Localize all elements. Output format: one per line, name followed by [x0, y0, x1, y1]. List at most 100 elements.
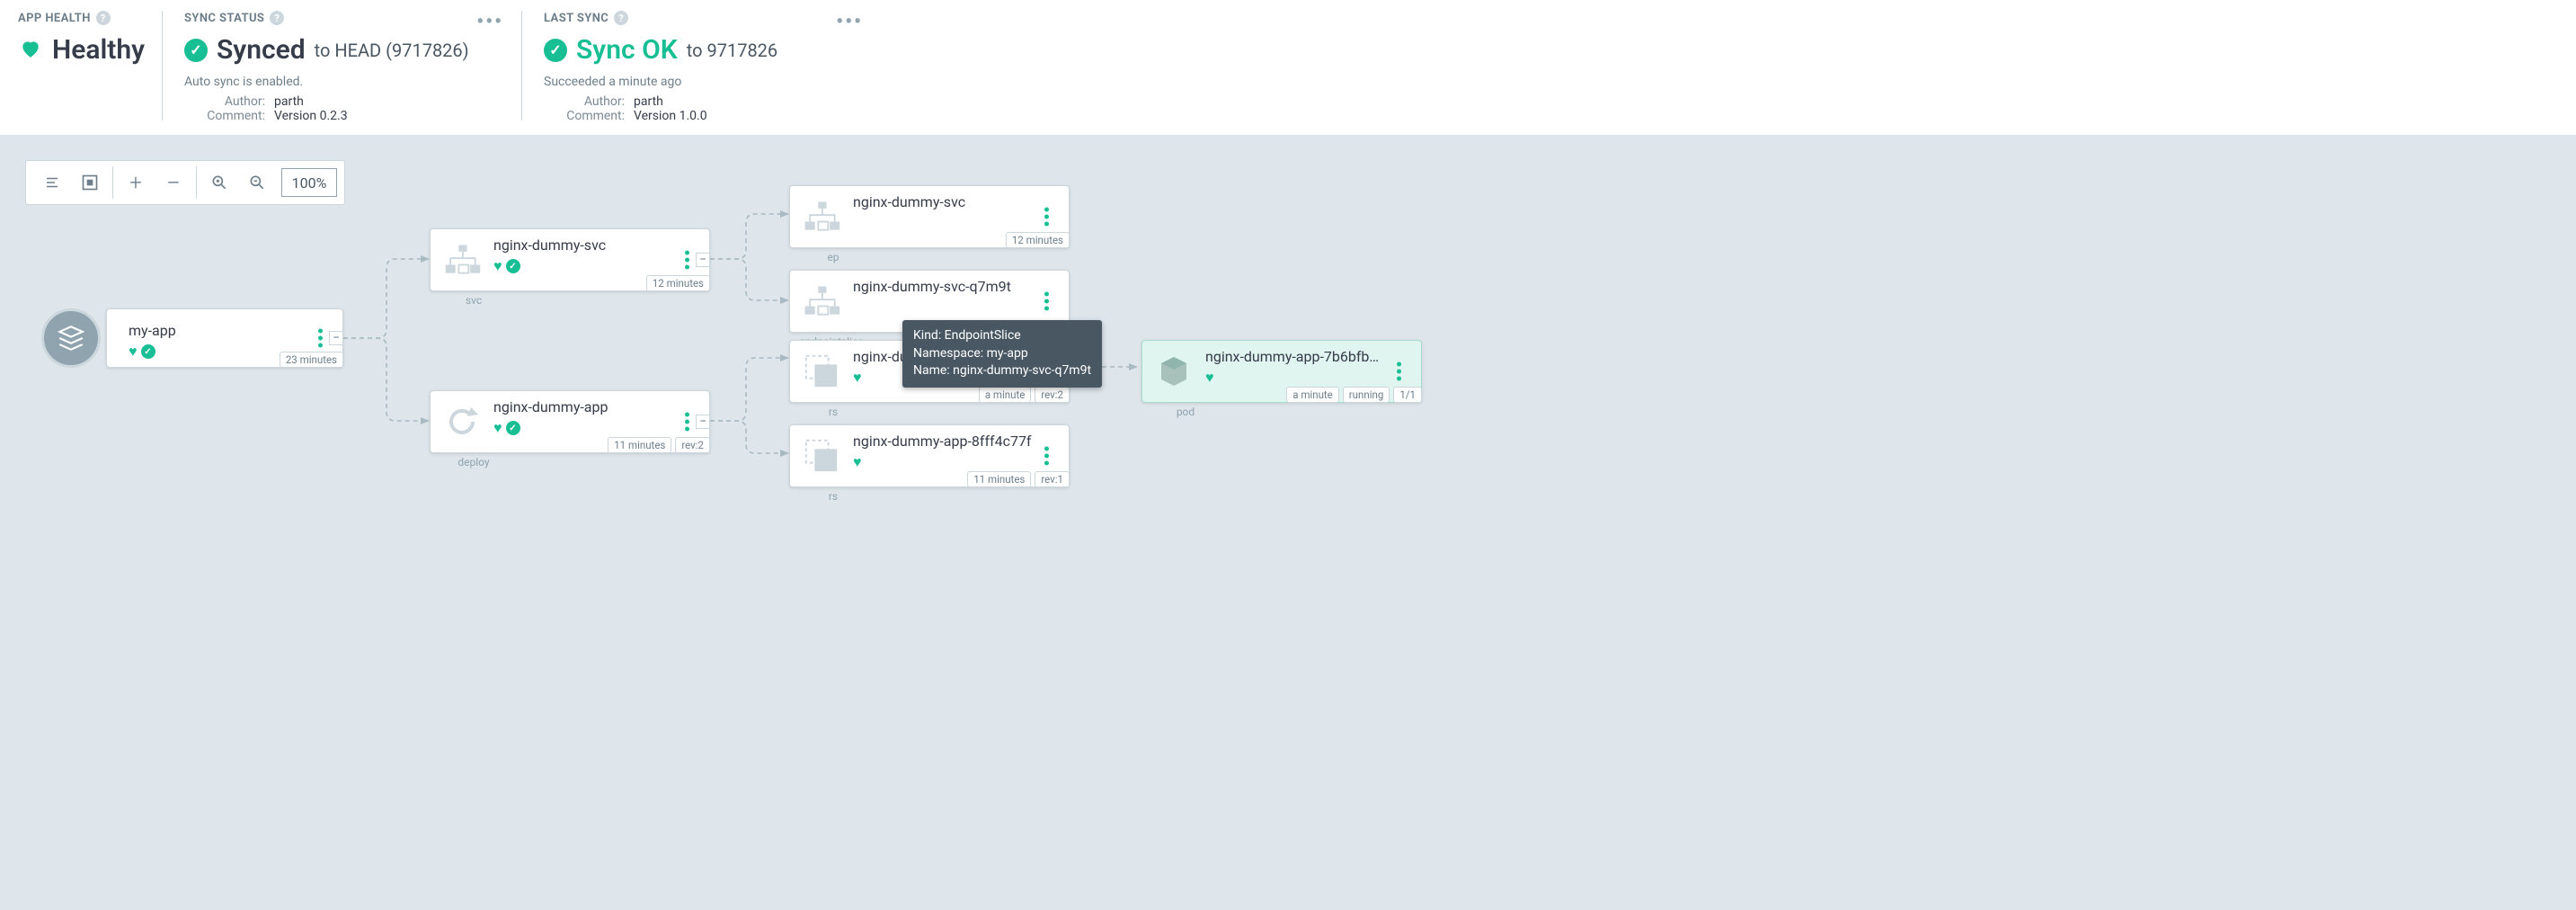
last-sync-panel: ••• LAST SYNC ? ✓ Sync OK to 9717826 Suc… [521, 11, 881, 120]
sync-author-key: Author: [184, 94, 265, 109]
zoom-out-button[interactable]: − [155, 165, 192, 200]
last-sync-status-text: Sync OK [576, 34, 678, 66]
node-title: nginx-dummy-svc-q7m9t [853, 278, 1033, 295]
sync-status-label: SYNC STATUS ? [184, 11, 494, 25]
tree-connectors [0, 135, 2576, 910]
help-icon[interactable]: ? [270, 11, 284, 25]
zoom-in-button[interactable]: + [117, 165, 155, 200]
sync-status-label-text: SYNC STATUS [184, 12, 264, 25]
sync-status-text: Synced [217, 34, 306, 66]
endpointslice-icon [797, 276, 846, 326]
age-tag: 11 minutes [608, 437, 671, 453]
node-title: nginx-dummy-app [493, 398, 673, 415]
heart-icon: ♥ [1205, 369, 1214, 387]
heart-icon: ♥ [129, 343, 138, 361]
check-circle-icon: ✓ [506, 421, 520, 435]
check-circle-icon: ✓ [506, 259, 520, 273]
list-view-button[interactable] [33, 165, 71, 200]
ready-tag: 1/1 [1393, 387, 1422, 403]
toolbar-divider [112, 166, 113, 199]
tree-view-button[interactable] [71, 165, 109, 200]
zoom-input[interactable] [281, 168, 337, 197]
last-sync-label: LAST SYNC ? [544, 11, 854, 25]
heart-icon: ♥ [493, 419, 502, 437]
resource-tree-canvas[interactable]: + − my-app ♥ ✓ − [0, 135, 2576, 910]
sync-panel-menu[interactable]: ••• [476, 11, 503, 33]
app-root-node[interactable]: my-app ♥ ✓ − 23 minutes [106, 308, 343, 368]
node-menu[interactable] [1044, 292, 1049, 311]
check-circle-icon: ✓ [141, 344, 155, 359]
node-kind-label: svc [438, 294, 510, 307]
check-circle-icon: ✓ [544, 39, 567, 62]
age-tag: 12 minutes [1006, 232, 1070, 248]
state-tag: running [1343, 387, 1390, 403]
app-health-label: APP HEALTH ? [18, 11, 135, 25]
check-circle-icon: ✓ [184, 39, 208, 62]
node-title: my-app [129, 322, 308, 339]
node-kind-label: rs [797, 406, 869, 418]
sync-target-text: to HEAD (9717826) [315, 40, 469, 61]
pod-icon [1150, 346, 1198, 397]
endpoints-node[interactable]: ep nginx-dummy-svc 12 minutes [789, 185, 1070, 248]
node-health: ♥ [853, 453, 1033, 471]
toolbar-divider [196, 166, 197, 199]
sync-comment-key: Comment: [184, 109, 265, 123]
node-health: ♥ ✓ [493, 419, 673, 437]
svc-node[interactable]: svc nginx-dummy-svc ♥ ✓ − 12 minutes [430, 228, 710, 291]
zoom-out-magnify-button[interactable] [238, 165, 276, 200]
age-tag: 12 minutes [646, 275, 710, 291]
age-tag: a minute [1286, 387, 1339, 403]
revision-tag: rev:2 [675, 437, 710, 453]
last-sync-author-key: Author: [544, 94, 625, 109]
node-menu[interactable] [318, 329, 323, 348]
last-sync-comment-val: Version 1.0.0 [634, 109, 707, 123]
node-health: ♥ [1205, 369, 1385, 387]
sync-comment-val: Version 0.2.3 [274, 109, 348, 123]
sync-status-row: ✓ Synced to HEAD (9717826) [184, 34, 494, 66]
app-root-icon [41, 308, 101, 368]
node-collapse-toggle[interactable]: − [696, 415, 710, 429]
node-tooltip: Kind: EndpointSlice Namespace: my-app Na… [902, 320, 1102, 388]
node-collapse-toggle[interactable]: − [329, 331, 343, 345]
help-icon[interactable]: ? [96, 11, 111, 25]
heart-icon: ♥ [853, 453, 862, 471]
last-sync-note: Succeeded a minute ago [544, 75, 854, 89]
tree-toolbar: + − [25, 160, 345, 205]
app-health-panel: APP HEALTH ? Healthy [18, 11, 162, 120]
age-tag: a minute [979, 387, 1032, 403]
tooltip-namespace: Namespace: my-app [913, 345, 1091, 363]
node-collapse-toggle[interactable]: − [696, 253, 710, 267]
age-tag: 11 minutes [967, 471, 1031, 487]
node-menu[interactable] [1044, 447, 1049, 466]
heart-icon [18, 37, 43, 64]
zoom-in-magnify-button[interactable] [200, 165, 238, 200]
last-sync-row: ✓ Sync OK to 9717826 [544, 34, 854, 66]
node-menu[interactable] [1044, 208, 1049, 227]
replicaset-node-2[interactable]: rs nginx-dummy-app-8fff4c77f ♥ 11 minute… [789, 424, 1070, 487]
app-status-header: APP HEALTH ? Healthy ••• SYNC STATUS ? ✓… [0, 0, 2576, 135]
help-icon[interactable]: ? [614, 11, 628, 25]
last-sync-label-text: LAST SYNC [544, 12, 608, 25]
deploy-node[interactable]: deploy nginx-dummy-app ♥ ✓ − 11 minutes … [430, 390, 710, 453]
replicaset-icon [797, 346, 846, 397]
node-title: nginx-dummy-app-8fff4c77f [853, 433, 1033, 450]
revision-tag: rev:1 [1035, 471, 1070, 487]
last-sync-target-text: to 9717826 [687, 40, 777, 61]
app-health-label-text: APP HEALTH [18, 12, 91, 25]
sync-autosync-note: Auto sync is enabled. [184, 75, 494, 89]
replicaset-icon [797, 431, 846, 481]
last-sync-author-val: parth [634, 94, 663, 109]
node-title: nginx-dummy-svc [493, 236, 673, 254]
node-title: nginx-dummy-app-7b6bfb878… [1205, 348, 1385, 365]
tooltip-kind: Kind: EndpointSlice [913, 327, 1091, 345]
node-menu[interactable] [685, 413, 689, 432]
last-sync-panel-menu[interactable]: ••• [836, 11, 863, 33]
revision-tag: rev:2 [1035, 387, 1070, 403]
node-kind-label: deploy [438, 456, 510, 468]
sync-status-panel: ••• SYNC STATUS ? ✓ Synced to HEAD (9717… [162, 11, 521, 120]
pod-node[interactable]: pod nginx-dummy-app-7b6bfb878… ♥ a minut… [1141, 340, 1422, 403]
node-menu[interactable] [685, 251, 689, 270]
node-menu[interactable] [1397, 362, 1401, 381]
last-sync-comment-row: Comment: Version 1.0.0 [544, 109, 854, 123]
deploy-icon [438, 397, 486, 447]
